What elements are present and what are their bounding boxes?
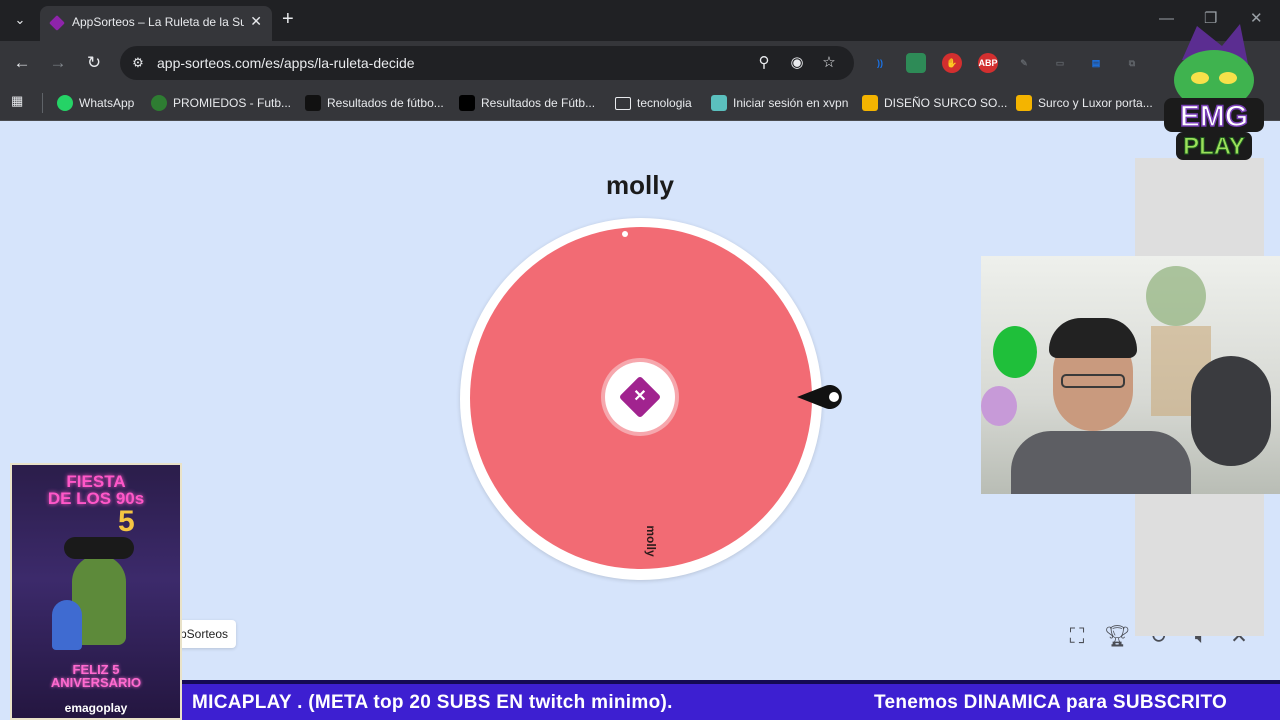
abp-ext-icon[interactable]: ABP	[978, 53, 998, 73]
bookmark-label: Iniciar sesión en xvpn	[733, 96, 849, 110]
stop-ext-icon[interactable]: ✋	[942, 53, 962, 73]
tab-search-chevron-icon[interactable]: ⌄	[8, 8, 32, 32]
webcam-feed	[981, 256, 1280, 494]
logo-emg-text: EMG	[1180, 100, 1248, 133]
wheel-pointer-icon	[797, 385, 842, 409]
webcam-balloon-purple	[981, 386, 1017, 426]
zoom-icon[interactable]: ⚲	[754, 54, 774, 72]
poster-number: 5	[118, 505, 135, 538]
url-text[interactable]: app-sorteos.com/es/apps/la-ruleta-decide	[157, 55, 415, 71]
wheel-segment-label: molly	[644, 525, 658, 557]
bookmark-favicon-icon	[305, 95, 321, 111]
poster-brand: emagoplay	[64, 701, 128, 715]
bookmark-item[interactable]: DISEÑO SURCO SO...	[862, 92, 1007, 114]
trophy-icon[interactable]: 🏆︎	[1104, 624, 1131, 650]
bookmark-label: Surco y Luxor porta...	[1038, 96, 1153, 110]
bookmarks-divider	[42, 93, 43, 113]
bookmark-item[interactable]: WhatsApp	[57, 92, 134, 114]
bookmark-favicon-icon	[459, 95, 475, 111]
ticker-message-2: Tenemos DINAMICA para SUBSCRITO	[874, 692, 1228, 713]
tab-strip: ⌄ AppSorteos – La Ruleta de la Su ✕ + — …	[0, 0, 1280, 41]
ticker-top-border	[182, 680, 1280, 684]
active-tab[interactable]: AppSorteos – La Ruleta de la Su ✕	[40, 6, 272, 41]
bookmark-favicon-icon	[862, 95, 878, 111]
new-tab-icon[interactable]: +	[282, 9, 294, 29]
anniversary-poster: FIESTA DE LOS 90s 5 FELIZ 5 ANIVERSARIO …	[10, 463, 182, 720]
fullscreen-icon[interactable]: ⛶	[1064, 624, 1090, 650]
bookmark-favicon-icon	[1016, 95, 1032, 111]
wifi-ext-icon[interactable]: ))	[870, 53, 890, 73]
site-settings-icon[interactable]: ⚙	[129, 54, 147, 72]
hub-logo-glyph: ✕	[633, 388, 647, 405]
emg-play-logo: EMG PLAY	[1164, 24, 1264, 161]
bookmark-item[interactable]: Surco y Luxor porta...	[1016, 92, 1153, 114]
bookmark-favicon-icon	[57, 95, 73, 111]
apps-grid-icon[interactable]: ▦	[11, 93, 29, 111]
bookmark-item[interactable]: PROMIEDOS - Futb...	[151, 92, 291, 114]
bookmark-item[interactable]: Resultados de fútbo...	[305, 92, 444, 114]
webcam-person-glasses	[1061, 374, 1125, 388]
tab-title: AppSorteos – La Ruleta de la Su	[72, 15, 244, 29]
logo-play-text: PLAY	[1183, 133, 1245, 160]
wheel-marker-dot	[622, 231, 628, 237]
puzzle-ext-icon[interactable]: ⧉	[1122, 53, 1142, 73]
bookmarks-bar: ▦ WhatsApp PROMIEDOS - Futb... Resultados …	[0, 85, 1280, 121]
bookmark-label: tecnologia	[637, 96, 692, 110]
address-bar[interactable]: ⚙ app-sorteos.com/es/apps/la-ruleta-deci…	[120, 46, 854, 80]
poster-title: FIESTA DE LOS 90s	[47, 472, 145, 508]
ticker-message-1: MICAPLAY . (META top 20 SUBS EN twitch m…	[192, 692, 673, 713]
webcam-balloon-green	[993, 326, 1037, 378]
stream-ticker: MICAPLAY . (META top 20 SUBS EN twitch m…	[182, 680, 1280, 720]
bookmark-item[interactable]: Resultados de Fútb...	[459, 92, 595, 114]
bookmark-favicon-icon	[151, 95, 167, 111]
poster-character-hat	[64, 537, 134, 559]
reload-icon[interactable]: ↻	[83, 52, 105, 74]
back-icon[interactable]: ←	[11, 52, 33, 74]
poster-anniversary-text: FELIZ 5 ANIVERSARIO	[50, 662, 142, 690]
appsorteos-favicon-icon	[49, 15, 65, 31]
bookmark-item[interactable]: Iniciar sesión en xvpn	[711, 92, 848, 114]
webcam-person-hair	[1049, 318, 1137, 358]
forward-icon[interactable]: →	[47, 52, 69, 74]
cast-ext-icon[interactable]: ▭	[1050, 53, 1070, 73]
webcam-plant	[1146, 266, 1206, 326]
webcam-person-body	[1011, 431, 1191, 494]
webcam-microphone	[1191, 356, 1271, 466]
bookmark-item[interactable]: tecnologia	[615, 92, 692, 114]
bookmark-label: WhatsApp	[79, 96, 135, 110]
folder-icon	[615, 96, 631, 110]
eye-off-icon[interactable]: ◉	[787, 54, 807, 72]
bookmark-label: Resultados de Fútb...	[481, 96, 596, 110]
bookmark-label: DISEÑO SURCO SO...	[884, 96, 1008, 110]
bookmark-favicon-icon	[711, 95, 727, 111]
tab-close-icon[interactable]: ✕	[250, 13, 262, 30]
screen-ext-icon[interactable]: ▤	[1086, 53, 1106, 73]
poster-kid	[52, 600, 82, 650]
winner-name: molly	[606, 170, 674, 200]
bookmark-label: PROMIEDOS - Futb...	[173, 96, 292, 110]
feather-ext-icon[interactable]: ✎	[1014, 53, 1034, 73]
flag-ext-icon[interactable]	[906, 53, 926, 73]
bookmark-star-icon[interactable]: ☆	[819, 54, 839, 72]
browser-toolbar: ← → ↻ ⚙ app-sorteos.com/es/apps/la-rulet…	[0, 41, 1280, 85]
bookmark-label: Resultados de fútbo...	[327, 96, 444, 110]
